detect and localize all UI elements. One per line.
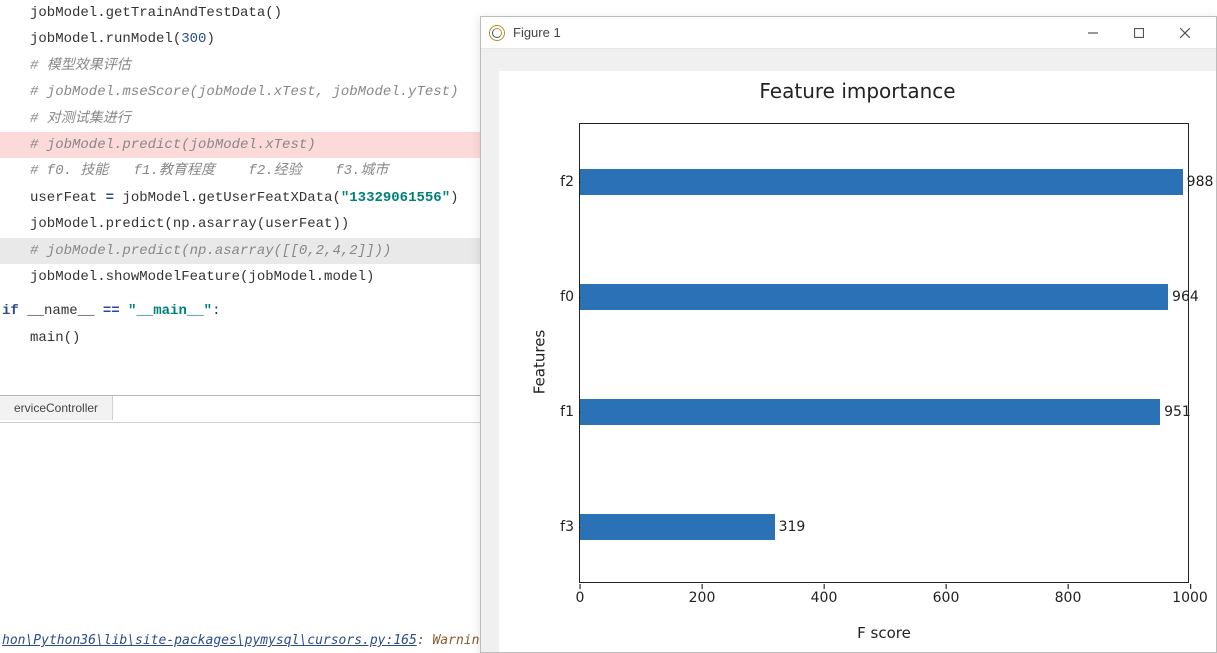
y-tick: f0 xyxy=(550,289,574,305)
close-button[interactable] xyxy=(1162,19,1208,47)
code-line: jobModel.getTrainAndTestData() xyxy=(0,0,480,26)
axes: 02004006008001000f2988f0964f1951f3319 xyxy=(579,123,1189,583)
bar-value-label: 951 xyxy=(1164,404,1191,420)
bar xyxy=(580,284,1168,310)
y-tick: f2 xyxy=(550,174,574,190)
code-line: main() xyxy=(0,325,480,351)
x-axis-label: F score xyxy=(579,624,1189,642)
code-line: jobModel.runModel(300) xyxy=(0,26,480,52)
window-controls xyxy=(1070,19,1208,47)
code-line: userFeat = jobModel.getUserFeatXData("13… xyxy=(0,185,480,211)
code-line: # jobModel.mseScore(jobModel.xTest, jobM… xyxy=(0,79,480,105)
code-editor[interactable]: jobModel.getTrainAndTestData()jobModel.r… xyxy=(0,0,480,653)
y-axis-label: Features xyxy=(530,329,548,394)
x-tick: 0 xyxy=(576,590,585,606)
console-path: hon\Python36\lib\site-packages\pymysql\c… xyxy=(2,633,417,648)
console-warning: : Warnin xyxy=(417,633,480,648)
x-tick: 600 xyxy=(933,590,960,606)
tool-tab-bar: erviceController xyxy=(0,395,480,423)
x-tick: 200 xyxy=(689,590,716,606)
x-tick: 800 xyxy=(1055,590,1082,606)
y-tick: f1 xyxy=(550,404,574,420)
code-line: # jobModel.predict(np.asarray([[0,2,4,2]… xyxy=(0,238,480,264)
bar xyxy=(580,169,1183,195)
figure-titlebar[interactable]: Figure 1 xyxy=(481,17,1216,49)
plot-canvas: Feature importance Features F score 0200… xyxy=(499,71,1216,652)
bar xyxy=(580,399,1160,425)
bar-value-label: 319 xyxy=(779,519,806,535)
figure-title: Figure 1 xyxy=(513,25,561,40)
maximize-button[interactable] xyxy=(1116,19,1162,47)
code-line: # jobModel.predict(jobModel.xTest) xyxy=(0,132,480,158)
minimize-button[interactable] xyxy=(1070,19,1116,47)
y-tick: f3 xyxy=(550,519,574,535)
code-line: jobModel.predict(np.asarray(userFeat)) xyxy=(0,211,480,237)
bar-value-label: 964 xyxy=(1172,289,1199,305)
code-line: jobModel.showModelFeature(jobModel.model… xyxy=(0,264,480,290)
chart-title: Feature importance xyxy=(499,71,1216,107)
code-line: if __name__ == "__main__": xyxy=(0,298,480,324)
code-line: # f0. 技能 f1.教育程度 f2.经验 f3.城市 xyxy=(0,158,480,184)
console-output: hon\Python36\lib\site-packages\pymysql\c… xyxy=(0,631,480,653)
figure-window[interactable]: Figure 1 Feature importance Features F s… xyxy=(480,16,1217,653)
code-line: # 对测试集进行 xyxy=(0,106,480,132)
bar xyxy=(580,514,775,540)
x-tick: 1000 xyxy=(1172,590,1208,606)
tab-service-controller[interactable]: erviceController xyxy=(0,396,113,420)
code-line: # 模型效果评估 xyxy=(0,53,480,79)
x-tick: 400 xyxy=(811,590,838,606)
matplotlib-icon xyxy=(489,25,505,41)
bar-value-label: 988 xyxy=(1187,174,1214,190)
